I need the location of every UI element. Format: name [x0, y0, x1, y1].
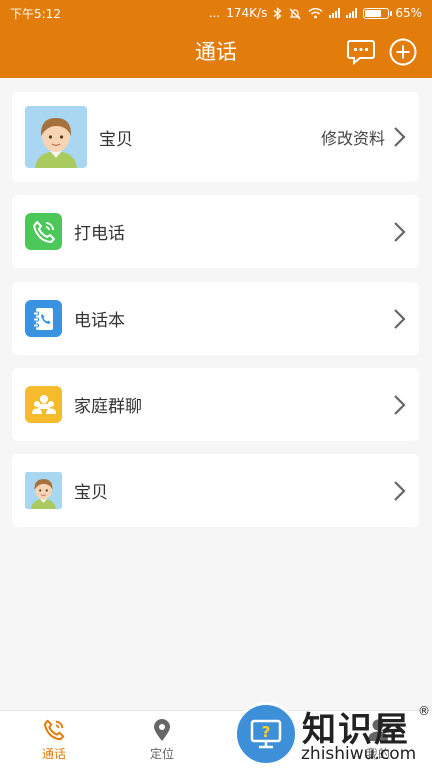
- network-speed: 174K/s: [226, 6, 268, 20]
- group-icon: [25, 386, 62, 423]
- phonebook-item[interactable]: 电话本: [12, 282, 419, 355]
- family-chat-label: 家庭群聊: [74, 397, 142, 417]
- wifi-icon: [308, 8, 323, 19]
- battery-fill: [365, 9, 381, 17]
- phonebook-icon: [25, 300, 62, 337]
- battery-percent: 65%: [395, 6, 422, 20]
- chevron-right-icon: [394, 221, 406, 242]
- watermark-logo: ?: [234, 702, 298, 766]
- phonebook-label: 电话本: [74, 311, 125, 331]
- edit-profile-label[interactable]: 修改资料: [321, 125, 385, 149]
- add-button[interactable]: [389, 38, 417, 66]
- call-item[interactable]: 打电话: [12, 195, 419, 268]
- chevron-right-icon: [394, 308, 406, 329]
- phone-icon: [25, 213, 62, 250]
- profile-card[interactable]: 宝贝 修改资料: [12, 92, 419, 182]
- status-bar: 下午5:12 ... 174K/s 65%: [0, 0, 432, 26]
- mute-icon: [289, 8, 301, 19]
- tab-location-label: 定位: [149, 746, 174, 761]
- monitor-question-icon: ?: [250, 719, 282, 749]
- bluetooth-icon: [273, 6, 282, 20]
- status-indicators: ... 174K/s 65%: [209, 6, 422, 20]
- baby-item[interactable]: 宝贝: [12, 454, 419, 527]
- signal-icon: [329, 8, 341, 18]
- chevron-right-icon: [394, 480, 406, 501]
- battery-icon: [363, 7, 393, 19]
- phone-tab-icon: [43, 719, 65, 740]
- watermark-registered: ®: [418, 704, 430, 718]
- location-pin-icon: [154, 718, 170, 741]
- svg-text:?: ?: [262, 723, 271, 741]
- family-chat-item[interactable]: 家庭群聊: [12, 368, 419, 441]
- app-header: 通话: [0, 26, 432, 78]
- tab-call[interactable]: 通话: [0, 711, 108, 768]
- plus-circle-icon: [389, 38, 417, 66]
- status-dots: ...: [208, 6, 221, 20]
- chat-bubble-icon: [347, 40, 375, 65]
- status-time: 下午5:12: [10, 6, 61, 21]
- baby-label: 宝贝: [74, 483, 108, 503]
- tab-location[interactable]: 定位: [108, 711, 216, 768]
- tab-call-label: 通话: [41, 746, 66, 761]
- call-label: 打电话: [74, 224, 125, 244]
- chevron-right-icon: [394, 394, 406, 415]
- baby-avatar: [25, 106, 87, 168]
- chevron-right-icon: [394, 127, 406, 147]
- watermark-domain: zhishiwu.com: [301, 744, 417, 764]
- message-button[interactable]: [347, 38, 375, 66]
- signal-icon-2: [346, 8, 358, 18]
- profile-name: 宝贝: [99, 129, 133, 150]
- baby-avatar-small: [25, 472, 62, 509]
